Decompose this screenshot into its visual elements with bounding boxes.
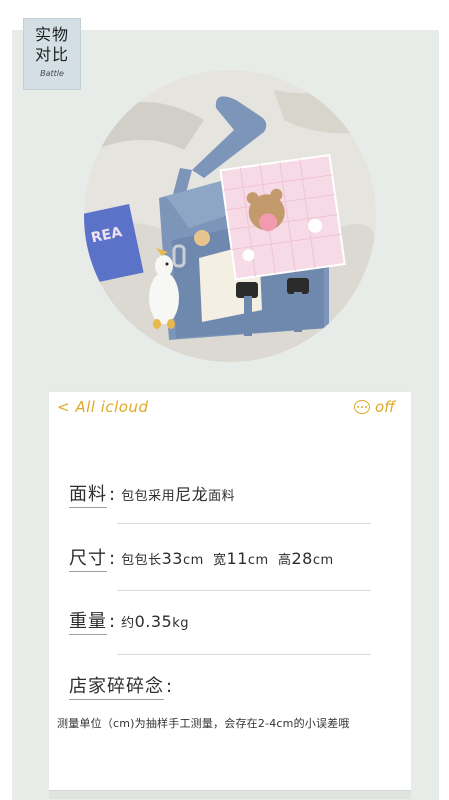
tag-line-2: 对比 — [34, 45, 69, 64]
value-part: 33 — [161, 549, 183, 568]
value-part: 11 — [226, 549, 248, 568]
more-menu[interactable]: off — [353, 398, 395, 416]
tag-line-3: Battle — [40, 69, 64, 78]
divider — [117, 523, 371, 524]
divider — [117, 654, 371, 655]
spec-card: < All icloud off 面料 : 包包采用尼龙面料 尺寸 : 包包长3… — [49, 392, 411, 792]
card-bottom-edge — [49, 790, 411, 799]
value-part: cm — [312, 553, 334, 568]
back-link[interactable]: < All icloud — [57, 398, 149, 416]
spec-value: 约0.35kg — [121, 612, 189, 631]
value-part: 包包采用 — [121, 489, 176, 504]
spec-row-weight: 重量 : 约0.35kg — [69, 607, 189, 635]
spec-value: 包包采用尼龙面料 — [121, 481, 235, 505]
tag-line-1: 实物 — [34, 25, 69, 44]
product-photo: REA — [84, 70, 376, 362]
value-part: 0.35 — [134, 612, 173, 631]
value-part: kg — [172, 616, 189, 631]
spec-row-material: 面料 : 包包采用尼龙面料 — [69, 480, 235, 508]
more-options-icon[interactable] — [353, 400, 370, 414]
spec-label: 店家碎碎念 — [69, 672, 164, 700]
value-part: 包包长 — [121, 553, 162, 568]
value-part: 28 — [291, 549, 313, 568]
value-part: 尼龙 — [175, 485, 209, 504]
spec-label: 尺寸 — [69, 544, 107, 572]
value-part: cm 高 — [247, 553, 292, 568]
divider — [117, 590, 371, 591]
spec-value: 包包长33cm 宽11cm 高28cm — [121, 549, 334, 568]
measurement-note: 测量单位（cm)为抽样手工测量，会存在2-4cm的小误差哦 — [57, 717, 350, 730]
spec-label: 面料 — [69, 480, 107, 508]
spec-label: 重量 — [69, 607, 107, 635]
off-label: off — [374, 398, 395, 416]
value-part: cm 宽 — [182, 553, 227, 568]
comparison-tag: 实物 对比 Battle — [23, 18, 81, 90]
spec-row-size: 尺寸 : 包包长33cm 宽11cm 高28cm — [69, 544, 334, 572]
value-part: 面料 — [208, 489, 236, 504]
spec-row-shop-notes: 店家碎碎念 : — [69, 672, 178, 700]
value-part: 约 — [121, 616, 135, 631]
